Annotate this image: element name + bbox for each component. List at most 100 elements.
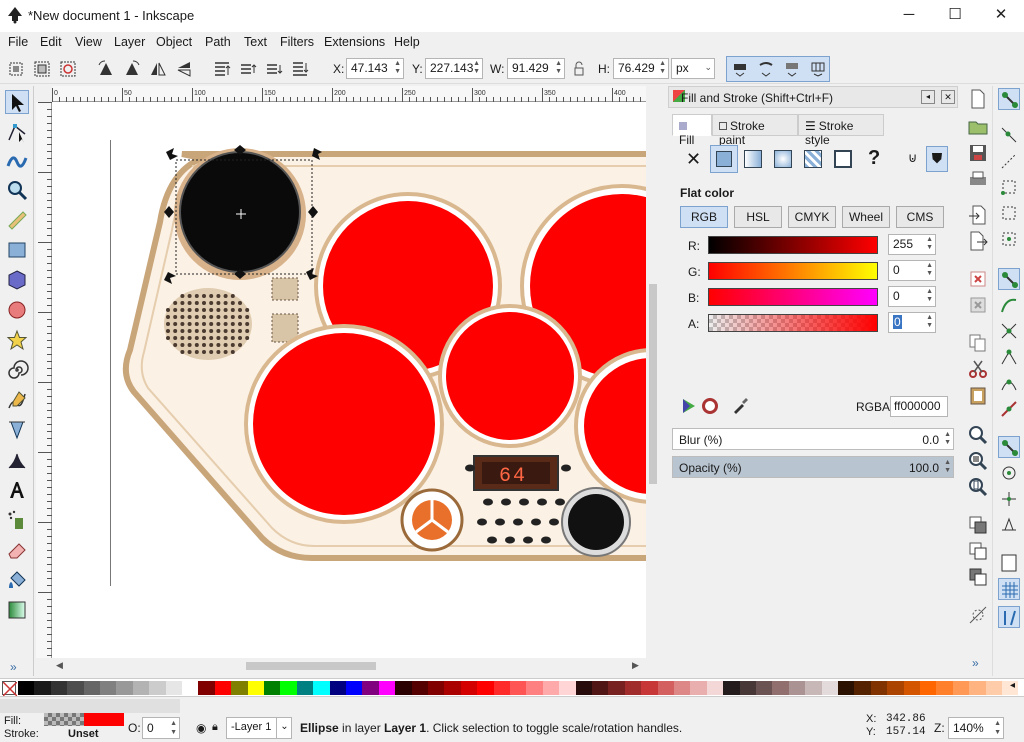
select-all-icon[interactable] (6, 59, 26, 79)
stroke-value[interactable]: Unset (68, 728, 99, 740)
palette-swatch[interactable] (772, 681, 789, 695)
snap-rotation-center-icon[interactable] (998, 488, 1020, 510)
duplicate-icon[interactable] (967, 514, 989, 536)
mode-hsl[interactable]: HSL (734, 206, 782, 228)
vertical-ruler[interactable] (36, 102, 52, 658)
palette-swatch[interactable] (985, 681, 1002, 695)
palette-swatch[interactable] (182, 681, 199, 695)
palette-swatch[interactable] (149, 681, 166, 695)
palette-swatch[interactable] (870, 681, 888, 695)
horizontal-scroll-thumb[interactable] (246, 662, 376, 670)
pen-tool-icon[interactable] (5, 418, 29, 442)
menu-path[interactable]: Path (205, 35, 231, 49)
palette-swatch[interactable] (838, 681, 855, 695)
new-document-icon[interactable] (967, 88, 989, 110)
no-color-swatch[interactable] (2, 681, 18, 697)
scroll-left-icon[interactable]: ◀ (56, 660, 63, 671)
lower-to-bottom-icon[interactable] (290, 59, 310, 79)
palette-swatch[interactable] (395, 681, 412, 695)
unset-paint-icon[interactable]: ? (868, 147, 880, 170)
y-input[interactable]: 227.143 ▲ ▼ (425, 58, 483, 79)
menu-object[interactable]: Object (156, 35, 192, 49)
palette-swatch[interactable] (756, 681, 773, 695)
palette-swatch[interactable] (559, 681, 576, 695)
gradient-tool-icon[interactable] (5, 598, 29, 622)
palette-swatch[interactable] (542, 681, 560, 695)
fill-color-swatch[interactable] (84, 713, 124, 726)
menu-file[interactable]: File (8, 35, 28, 49)
color-picker-icon[interactable] (730, 396, 750, 416)
palette-swatch[interactable] (510, 681, 527, 695)
out-of-gamut-icon[interactable] (702, 398, 718, 414)
pattern-icon[interactable] (804, 150, 822, 168)
iconify-button[interactable]: ◂ (921, 90, 935, 104)
rotate-ccw-icon[interactable] (96, 59, 116, 79)
palette-menu-icon[interactable]: ◂ (1010, 680, 1015, 691)
snap-bbox-icon[interactable] (998, 124, 1020, 146)
lock-icon[interactable] (569, 59, 589, 79)
palette-swatch[interactable] (264, 681, 281, 695)
status-scrollbar[interactable] (0, 699, 180, 713)
palette-swatch[interactable] (198, 681, 215, 695)
palette-swatch[interactable] (362, 681, 379, 695)
rectangle-tool-icon[interactable] (5, 238, 29, 262)
horizontal-scrollbar[interactable]: ◀ ▶ (52, 658, 646, 674)
select-all-layers-icon[interactable] (32, 59, 52, 79)
unit-select[interactable]: px ⌄ (671, 58, 715, 79)
cut-icon[interactable] (967, 358, 989, 380)
palette-swatch[interactable] (165, 681, 182, 695)
palette-swatch[interactable] (231, 681, 248, 695)
selected-ellipse[interactable] (179, 151, 301, 273)
a-slider[interactable] (708, 314, 878, 332)
a-input[interactable]: 0 ▲ ▼ (888, 312, 936, 333)
tab-stroke-paint[interactable]: Stroke paint (712, 114, 798, 147)
palette-swatch[interactable] (592, 681, 609, 695)
calligraphy-tool-icon[interactable] (5, 448, 29, 472)
menu-help[interactable]: Help (394, 35, 420, 49)
palette-swatch[interactable] (83, 681, 100, 695)
snap-object-center-icon[interactable] (998, 462, 1020, 484)
w-input[interactable]: 91.429 ▲ ▼ (507, 58, 565, 79)
redo-icon[interactable] (967, 294, 989, 316)
fill-rule-nonzero-button[interactable]: ⛊ (926, 146, 948, 172)
menu-filters[interactable]: Filters (280, 35, 314, 49)
palette-swatch[interactable] (378, 681, 396, 695)
spiral-tool-icon[interactable] (5, 358, 29, 382)
radial-gradient-icon[interactable] (774, 150, 792, 168)
palette-swatch[interactable] (444, 681, 461, 695)
snap-intersections-icon[interactable] (998, 320, 1020, 342)
star-tool-icon[interactable] (5, 328, 29, 352)
expand-tools-icon[interactable]: » (10, 660, 17, 674)
flip-vertical-icon[interactable] (174, 59, 194, 79)
palette-swatch[interactable] (805, 681, 822, 695)
palette-swatch[interactable] (247, 681, 264, 695)
eraser-tool-icon[interactable] (5, 538, 29, 562)
g-slider[interactable] (708, 262, 878, 280)
vertical-scrollbar[interactable] (646, 102, 660, 658)
palette-swatch[interactable] (428, 681, 445, 695)
palette-swatch[interactable] (132, 681, 150, 695)
r-slider[interactable] (708, 236, 878, 254)
palette-swatch[interactable] (296, 681, 314, 695)
snap-text-baseline-icon[interactable] (998, 514, 1020, 536)
menu-layer[interactable]: Layer (114, 35, 145, 49)
lower-icon[interactable] (264, 59, 284, 79)
close-window-button[interactable]: ✕ (978, 0, 1024, 32)
expand-commands-icon[interactable]: » (972, 656, 979, 670)
palette-swatch[interactable] (214, 681, 232, 695)
palette-swatch[interactable] (969, 681, 986, 695)
palette-swatch[interactable] (952, 681, 970, 695)
raise-to-top-icon[interactable] (212, 59, 232, 79)
palette-swatch[interactable] (575, 681, 592, 695)
snap-midpoints-icon[interactable] (998, 398, 1020, 420)
h-input[interactable]: 76.429 ▲ ▼ (613, 58, 669, 79)
opacity-input-status[interactable]: 0 ▲ ▼ (142, 717, 180, 739)
zoom-page-icon[interactable] (967, 476, 989, 498)
deselect-icon[interactable] (58, 59, 78, 79)
palette-swatch[interactable] (690, 681, 707, 695)
save-icon[interactable] (967, 142, 989, 164)
palette-swatch[interactable] (657, 681, 674, 695)
clone-icon[interactable] (967, 540, 989, 562)
palette-swatch[interactable] (116, 681, 133, 695)
print-icon[interactable] (967, 168, 989, 190)
